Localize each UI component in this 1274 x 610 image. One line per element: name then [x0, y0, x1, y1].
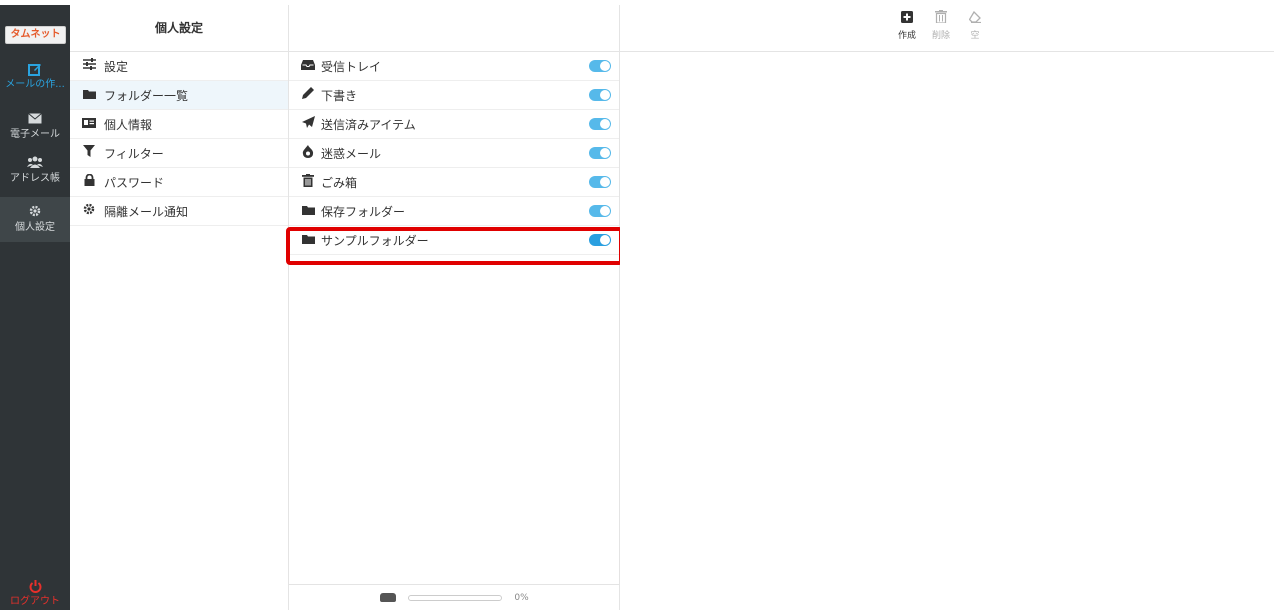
power-icon [0, 579, 70, 595]
annotation-highlight-box [286, 227, 623, 265]
folder-row-inbox[interactable]: 受信トレイ [289, 52, 619, 81]
settings-item-preferences[interactable]: 設定 [70, 52, 288, 81]
trash-icon [299, 173, 317, 191]
delete-button[interactable]: 削除 [929, 10, 953, 41]
gear-icon [0, 205, 70, 221]
subscribe-toggle[interactable] [589, 89, 611, 101]
folder-list-panel: 受信トレイ 下書き 送信済みアイテム 迷惑メール ごみ箱 保存フォルダー サンプ… [289, 5, 620, 610]
folder-row-drafts[interactable]: 下書き [289, 81, 619, 110]
settings-item-label: 個人情報 [104, 117, 153, 132]
plus-square-icon [895, 10, 919, 28]
subscribe-toggle[interactable] [589, 147, 611, 159]
folder-row-sent[interactable]: 送信済みアイテム [289, 110, 619, 139]
settings-item-folders[interactable]: フォルダー一覧 [70, 81, 288, 110]
folder-name: 受信トレイ [321, 59, 382, 74]
subscribe-toggle[interactable] [589, 60, 611, 72]
settings-item-quarantine[interactable]: 隔離メール通知 [70, 197, 288, 226]
folder-row-archive[interactable]: 保存フォルダー [289, 197, 619, 226]
settings-item-label: 設定 [104, 59, 129, 74]
quota-progress [408, 594, 503, 601]
filter-icon [80, 145, 98, 161]
eraser-icon [963, 10, 987, 28]
create-button[interactable]: 作成 [895, 10, 919, 41]
folder-icon [299, 204, 317, 219]
folder-name: 下書き [321, 88, 358, 103]
quota-bar-area: 0% [289, 584, 620, 610]
rail-contacts-label: アドレス帳 [10, 173, 60, 184]
subscribe-toggle[interactable] [589, 205, 611, 217]
id-card-icon [80, 117, 98, 132]
empty-button[interactable]: 空 [963, 10, 987, 41]
disk-icon [380, 593, 397, 602]
folder-icon [80, 88, 98, 103]
settings-item-label: パスワード [104, 175, 165, 190]
settings-item-password[interactable]: パスワード [70, 168, 288, 197]
rail-contacts[interactable]: アドレス帳 [0, 156, 70, 186]
folder-row-junk[interactable]: 迷惑メール [289, 139, 619, 168]
app-rail: タムネット メールの作... 電子メール アドレス帳 個人設定 ログアウト [0, 5, 70, 610]
envelope-icon [0, 112, 70, 128]
trash-icon [929, 10, 953, 28]
folder-name: ごみ箱 [321, 175, 358, 190]
subscribe-toggle[interactable] [589, 118, 611, 130]
settings-sidebar: 個人設定 設定 フォルダー一覧 個人情報 フィルター パスワード 隔離メール通知 [70, 5, 289, 610]
settings-item-label: フォルダー一覧 [104, 88, 189, 103]
sliders-icon [80, 58, 98, 74]
folder-list-header [289, 5, 619, 52]
rail-compose[interactable]: メールの作... [0, 62, 70, 92]
fire-icon [299, 144, 317, 162]
rail-settings[interactable]: 個人設定 [0, 197, 70, 242]
settings-item-label: フィルター [104, 146, 164, 161]
folder-toolbar: 作成 削除 空 [895, 10, 987, 41]
brand-logo[interactable]: タムネット [5, 26, 66, 44]
lock-icon [80, 173, 98, 190]
rail-logout-label: ログアウト [10, 596, 60, 607]
empty-label: 空 [970, 31, 980, 41]
rail-mail[interactable]: 電子メール [0, 112, 70, 142]
folder-name: 保存フォルダー [321, 204, 406, 219]
pencil-icon [299, 87, 317, 103]
create-label: 作成 [897, 31, 916, 41]
settings-item-identity[interactable]: 個人情報 [70, 110, 288, 139]
paper-plane-icon [299, 116, 317, 132]
rail-settings-label: 個人設定 [15, 222, 55, 233]
gear-icon [80, 203, 98, 219]
settings-item-label: 隔離メール通知 [104, 204, 189, 219]
settings-header: 個人設定 [70, 5, 288, 52]
folder-row-trash[interactable]: ごみ箱 [289, 168, 619, 197]
delete-label: 削除 [931, 31, 950, 41]
subscribe-toggle[interactable] [589, 176, 611, 188]
rail-compose-label: メールの作... [5, 79, 65, 90]
inbox-icon [299, 59, 317, 74]
rail-mail-label: 電子メール [10, 129, 60, 140]
users-icon [0, 156, 70, 172]
compose-icon [0, 62, 70, 78]
folder-detail-panel [620, 5, 1274, 610]
settings-item-filters[interactable]: フィルター [70, 139, 288, 168]
folder-name: 迷惑メール [321, 146, 382, 161]
quota-percent: 0% [514, 592, 529, 603]
folder-name: 送信済みアイテム [321, 117, 416, 132]
rail-logout[interactable]: ログアウト [0, 579, 70, 609]
